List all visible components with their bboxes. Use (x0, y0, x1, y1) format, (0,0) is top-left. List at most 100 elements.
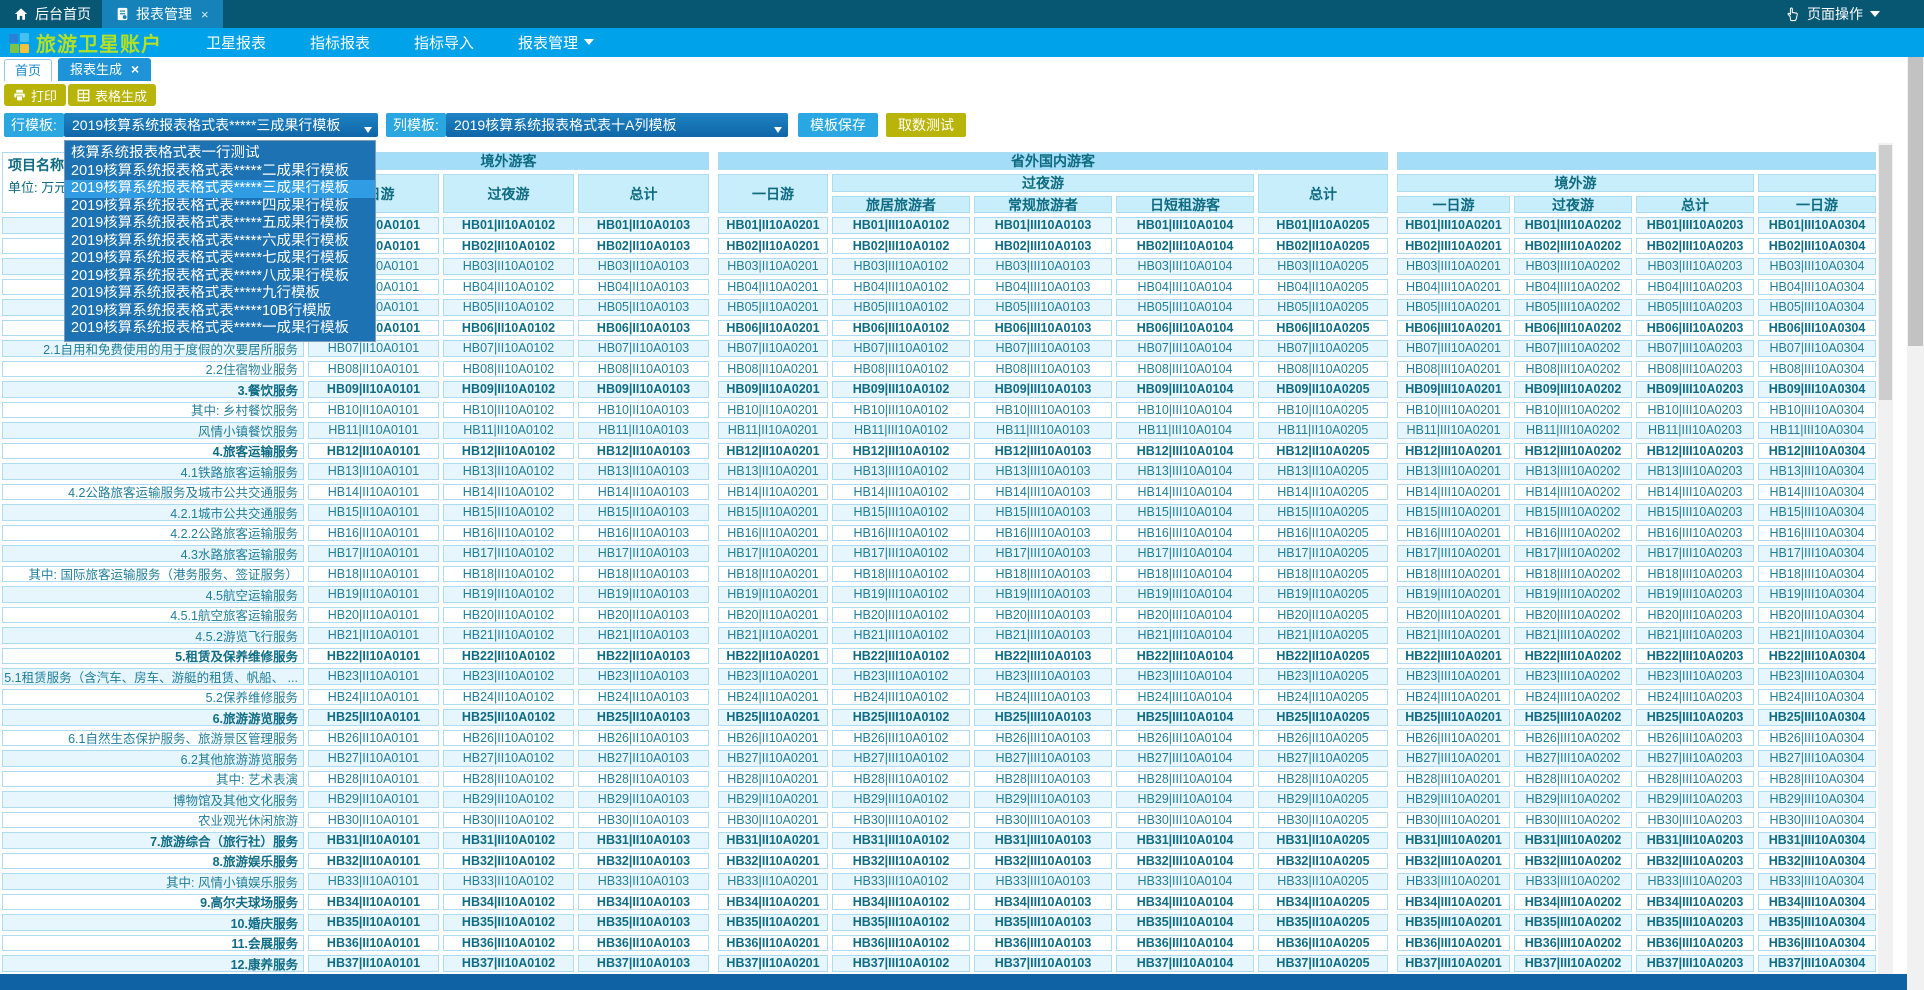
data-cell: HB36|III10A0203 (1634, 933, 1756, 954)
inner-vertical-scrollbar[interactable] (1878, 143, 1893, 974)
data-cell: HB08|III10A0102 (830, 359, 972, 380)
close-icon[interactable]: × (131, 58, 139, 81)
col-header-day-trip: 一日游 (1756, 194, 1878, 215)
data-cell: HB03|II10A0201 (711, 256, 830, 277)
data-cell: HB09|III10A0202 (1512, 379, 1634, 400)
data-cell: HB08|II10A0205 (1256, 359, 1390, 380)
data-cell: HB28|III10A0104 (1114, 769, 1256, 790)
row-label: 11.会展服务 (0, 933, 306, 954)
data-cell: HB25|II10A0102 (441, 707, 576, 728)
data-cell: HB21|III10A0203 (1634, 625, 1756, 646)
data-cell: HB26|III10A0203 (1634, 728, 1756, 749)
data-cell: HB24|III10A0102 (830, 687, 972, 708)
dropdown-option[interactable]: 核算系统报表格式表一行测试 (65, 145, 375, 163)
scrollbar-thumb[interactable] (1879, 145, 1892, 400)
data-cell: HB23|II10A0101 (306, 666, 441, 687)
tab-home[interactable]: 首页 (4, 59, 52, 81)
nav-item-report-management[interactable]: 报表管理 (518, 32, 594, 53)
data-cell: HB02|II10A0102 (441, 236, 576, 257)
data-cell: HB12|III10A0304 (1756, 441, 1878, 462)
data-cell: HB19|III10A0203 (1634, 584, 1756, 605)
data-cell: HB20|II10A0205 (1256, 605, 1390, 626)
data-cell: HB10|III10A0201 (1390, 400, 1512, 421)
tab-report-generate[interactable]: 报表生成 × (58, 58, 151, 81)
data-cell: HB22|II10A0102 (441, 646, 576, 667)
data-cell: HB33|III10A0102 (830, 871, 972, 892)
data-cell: HB20|III10A0103 (972, 605, 1114, 626)
data-cell: HB24|III10A0203 (1634, 687, 1756, 708)
data-cell: HB06|II10A0205 (1256, 318, 1390, 339)
data-cell: HB26|III10A0103 (972, 728, 1114, 749)
data-cell: HB05|III10A0104 (1114, 297, 1256, 318)
data-cell: HB23|III10A0203 (1634, 666, 1756, 687)
data-cell: HB29|II10A0101 (306, 789, 441, 810)
dropdown-option[interactable]: 2019核算系统报表格式表*****九行模板 (65, 285, 375, 303)
outer-vertical-scrollbar[interactable] (1907, 28, 1924, 990)
data-cell: HB14|II10A0205 (1256, 482, 1390, 503)
row-template-select[interactable]: 2019核算系统报表格式表*****三成果行模板 (64, 113, 378, 137)
data-cell: HB04|II10A0103 (576, 277, 711, 298)
nav-item-indicator-reports[interactable]: 指标报表 (310, 32, 370, 53)
data-cell: HB15|II10A0205 (1256, 502, 1390, 523)
dropdown-option[interactable]: 2019核算系统报表格式表*****七成果行模板 (65, 250, 375, 268)
print-button[interactable]: 打印 (4, 84, 66, 106)
data-cell: HB27|III10A0201 (1390, 748, 1512, 769)
row-template-dropdown-list: 核算系统报表格式表一行测试2019核算系统报表格式表*****二成果行模板201… (64, 140, 376, 342)
nav-item-indicator-import[interactable]: 指标导入 (414, 32, 474, 53)
data-cell: HB18|III10A0102 (830, 564, 972, 585)
home-icon (14, 7, 28, 21)
data-cell: HB02|II10A0201 (711, 236, 830, 257)
data-cell: HB17|II10A0205 (1256, 543, 1390, 564)
data-cell: HB14|III10A0104 (1114, 482, 1256, 503)
nav-item-satellite-reports[interactable]: 卫星报表 (206, 32, 266, 53)
data-cell: HB07|III10A0203 (1634, 338, 1756, 359)
dropdown-option[interactable]: 2019核算系统报表格式表*****八成果行模板 (65, 268, 375, 286)
data-cell: HB24|II10A0102 (441, 687, 576, 708)
data-cell: HB13|II10A0201 (711, 461, 830, 482)
dropdown-option[interactable]: 2019核算系统报表格式表*****二成果行模板 (65, 163, 375, 181)
data-cell: HB29|III10A0203 (1634, 789, 1756, 810)
close-icon[interactable]: × (201, 7, 209, 22)
data-cell: HB18|III10A0203 (1634, 564, 1756, 585)
col-template-select[interactable]: 2019核算系统报表格式表十A列模板 (446, 113, 788, 137)
page-operations-menu[interactable]: 页面操作 (1785, 0, 1880, 28)
data-cell: HB05|III10A0201 (1390, 297, 1512, 318)
project-name-header: 项目名称 (8, 155, 64, 175)
dropdown-option[interactable]: 2019核算系统报表格式表*****五成果行模板 (65, 215, 375, 233)
data-cell: HB02|III10A0201 (1390, 236, 1512, 257)
table-generate-button[interactable]: 表格生成 (68, 84, 156, 106)
report-management-tab[interactable]: 报表管理 × (102, 0, 223, 28)
data-cell: HB10|III10A0203 (1634, 400, 1756, 421)
backend-home-tab[interactable]: 后台首页 (0, 0, 105, 28)
data-cell: HB18|III10A0202 (1512, 564, 1634, 585)
data-cell: HB34|III10A0103 (972, 892, 1114, 913)
data-cell: HB17|III10A0202 (1512, 543, 1634, 564)
data-cell: HB19|III10A0104 (1114, 584, 1256, 605)
dropdown-option[interactable]: 2019核算系统报表格式表*****10B行模版 (65, 303, 375, 321)
data-cell: HB22|III10A0202 (1512, 646, 1634, 667)
data-cell: HB11|II10A0205 (1256, 420, 1390, 441)
data-cell: HB20|III10A0203 (1634, 605, 1756, 626)
scrollbar-thumb[interactable] (1908, 46, 1923, 346)
row-template-label: 行模板: (4, 113, 64, 137)
data-cell: HB02|II10A0103 (576, 236, 711, 257)
fetch-data-test-button[interactable]: 取数测试 (886, 113, 966, 137)
data-cell: HB06|III10A0304 (1756, 318, 1878, 339)
data-cell: HB30|III10A0103 (972, 810, 1114, 831)
main-navbar: 旅游卫星账户 卫星报表 指标报表 指标导入 报表管理 (0, 28, 1924, 57)
dropdown-option[interactable]: 2019核算系统报表格式表*****三成果行模板 (65, 180, 375, 198)
dropdown-option[interactable]: 2019核算系统报表格式表*****一成果行模板 (65, 320, 375, 338)
dropdown-option[interactable]: 2019核算系统报表格式表*****六成果行模板 (65, 233, 375, 251)
dropdown-option[interactable]: 2019核算系统报表格式表*****四成果行模板 (65, 198, 375, 216)
data-cell: HB28|II10A0101 (306, 769, 441, 790)
data-cell: HB37|II10A0103 (576, 953, 711, 974)
row-label: 2.2住宿物业服务 (0, 359, 306, 380)
data-cell: HB30|II10A0205 (1256, 810, 1390, 831)
data-cell: HB01|II10A0102 (441, 215, 576, 236)
data-cell: HB04|III10A0102 (830, 277, 972, 298)
template-save-button[interactable]: 模板保存 (798, 113, 878, 137)
data-cell: HB30|III10A0102 (830, 810, 972, 831)
row-label: 6.旅游游览服务 (0, 707, 306, 728)
data-cell: HB02|III10A0304 (1756, 236, 1878, 257)
data-cell: HB30|III10A0104 (1114, 810, 1256, 831)
